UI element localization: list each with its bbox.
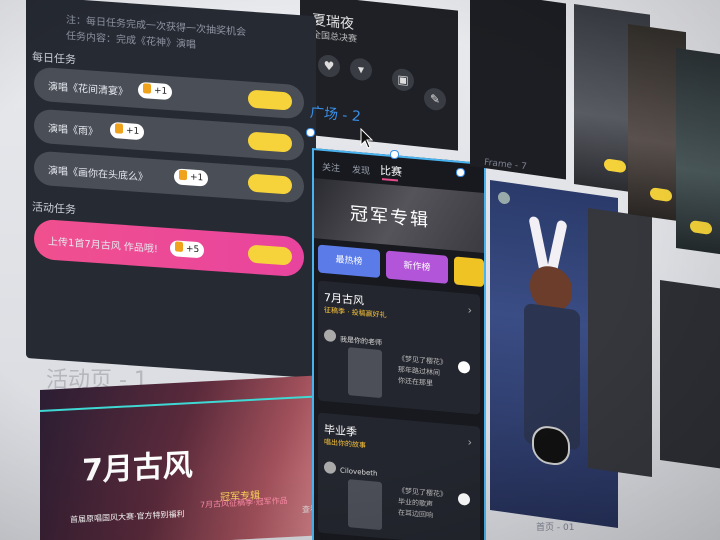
artboard-label-home[interactable]: 首页 - 01	[536, 520, 574, 533]
tab-competition[interactable]: 比赛	[380, 162, 402, 180]
avatar[interactable]	[324, 329, 336, 343]
hero-text: 冠军专辑	[350, 203, 430, 232]
avatar[interactable]	[324, 461, 336, 475]
entry-lyrics: 《梦见了樱花》 毕业的歌声 在耳边回响	[398, 486, 447, 520]
reward-badge: +1	[110, 121, 145, 141]
tab-indicator	[382, 178, 398, 182]
hero-banner[interactable]: 冠军专辑	[314, 178, 484, 254]
task-label: 演唱《画你在头底么》	[48, 165, 148, 184]
task-go-button[interactable]	[248, 89, 292, 111]
entry-tag: 征稿季 · 投稿赢好礼	[324, 306, 387, 320]
reward-badge: +1	[138, 81, 173, 101]
yellow-button[interactable]	[650, 187, 672, 203]
task-label: 演唱《雨》	[48, 123, 98, 139]
singer-figure	[348, 347, 382, 399]
selection-handle[interactable]	[306, 128, 315, 137]
guide-line	[40, 394, 336, 412]
shirt-icon[interactable]: ▾	[350, 57, 372, 82]
pencil-icon[interactable]: ✎	[424, 87, 446, 112]
dark-artboard[interactable]	[660, 280, 720, 469]
category-third-button[interactable]	[454, 256, 484, 288]
grey-artboard[interactable]	[588, 208, 652, 477]
task-go-button[interactable]	[248, 173, 292, 195]
entry-lyrics: 《梦见了樱花》 那年路过林间 你还在那里	[398, 354, 447, 388]
yellow-button[interactable]	[690, 219, 712, 236]
yellow-button[interactable]	[604, 158, 626, 174]
dark-artboard[interactable]	[470, 0, 566, 180]
photo-artboard[interactable]	[676, 48, 720, 255]
coin-icon	[179, 169, 187, 181]
gift-icon[interactable]: ▣	[392, 67, 414, 92]
task-go-button[interactable]	[248, 131, 292, 153]
activity-task-title: 活动任务	[32, 200, 76, 217]
activity-banner[interactable]: 7月古风 冠军专辑 首届原唱国风大赛·官方特别福利 7月古风征稿季·冠军作品 查…	[40, 374, 336, 540]
banner-footnote: 首届原唱国风大赛·官方特别福利	[70, 509, 185, 525]
daily-task-title: 每日任务	[32, 50, 76, 67]
banner-title: 7月古风	[82, 447, 193, 489]
entry-author: Cilovebeth	[340, 466, 378, 478]
avatar[interactable]	[498, 191, 510, 205]
coin-icon	[115, 123, 123, 134]
tab-discover[interactable]: 发现	[352, 162, 370, 177]
task-label: 上传1首7月古风 作品哦!	[48, 236, 158, 256]
singer-figure	[348, 479, 382, 531]
task-panel: 注：每日任务完成一次获得一次抽奖机会 任务内容：完成《花神》演唱 每日任务 演唱…	[26, 0, 316, 379]
heart-icon[interactable]: ♥	[318, 53, 340, 79]
design-canvas[interactable]: 夏瑞夜 全国总决赛 ♥ ▾ ▣ ✎ 注：每日任务完成一次获得一次抽奖机会 任务内…	[0, 0, 720, 540]
square-phone-artboard[interactable]: 关注 发现 比赛 冠军专辑 最热榜 新作榜 7月古风 征稿季 · 投稿赢好礼 ›…	[312, 148, 486, 540]
category-hot-button[interactable]: 最热榜	[318, 244, 380, 278]
entry-author: 我是你的老师	[340, 335, 382, 348]
coin-icon	[143, 83, 151, 94]
activity-task-row[interactable]: 上传1首7月古风 作品哦! +5	[34, 218, 304, 278]
top-character-card[interactable]: 夏瑞夜 全国总决赛 ♥ ▾ ▣ ✎	[300, 0, 458, 151]
entry-tag: 唱出你的故事	[324, 438, 366, 450]
category-new-button[interactable]: 新作榜	[386, 250, 448, 284]
banner-footnote-2: 7月古风征稿季·冠军作品	[200, 496, 288, 510]
selection-handle[interactable]	[390, 150, 399, 159]
selection-handle[interactable]	[456, 168, 465, 177]
artboard-label-square[interactable]: 广场 - 2	[309, 102, 361, 126]
task-label: 演唱《花间清宴》	[48, 81, 128, 99]
contest-entry-card[interactable]: 7月古风 征稿季 · 投稿赢好礼 › 我是你的老师 《梦见了樱花》 那年路过林间…	[318, 280, 480, 415]
play-icon[interactable]	[458, 360, 470, 374]
task-go-button[interactable]	[248, 244, 292, 266]
reward-badge: +5	[170, 240, 205, 259]
reward-badge: +1	[174, 168, 209, 187]
play-icon[interactable]	[458, 492, 470, 506]
coin-icon	[175, 241, 183, 252]
tab-follow[interactable]: 关注	[322, 160, 340, 175]
contest-entry-card[interactable]: 毕业季 唱出你的故事 › Cilovebeth 《梦见了樱花》 毕业的歌声 在耳…	[318, 412, 480, 540]
chevron-right-icon[interactable]: ›	[468, 436, 472, 449]
chevron-right-icon[interactable]: ›	[468, 304, 472, 317]
mouse-cursor-icon	[360, 128, 374, 149]
